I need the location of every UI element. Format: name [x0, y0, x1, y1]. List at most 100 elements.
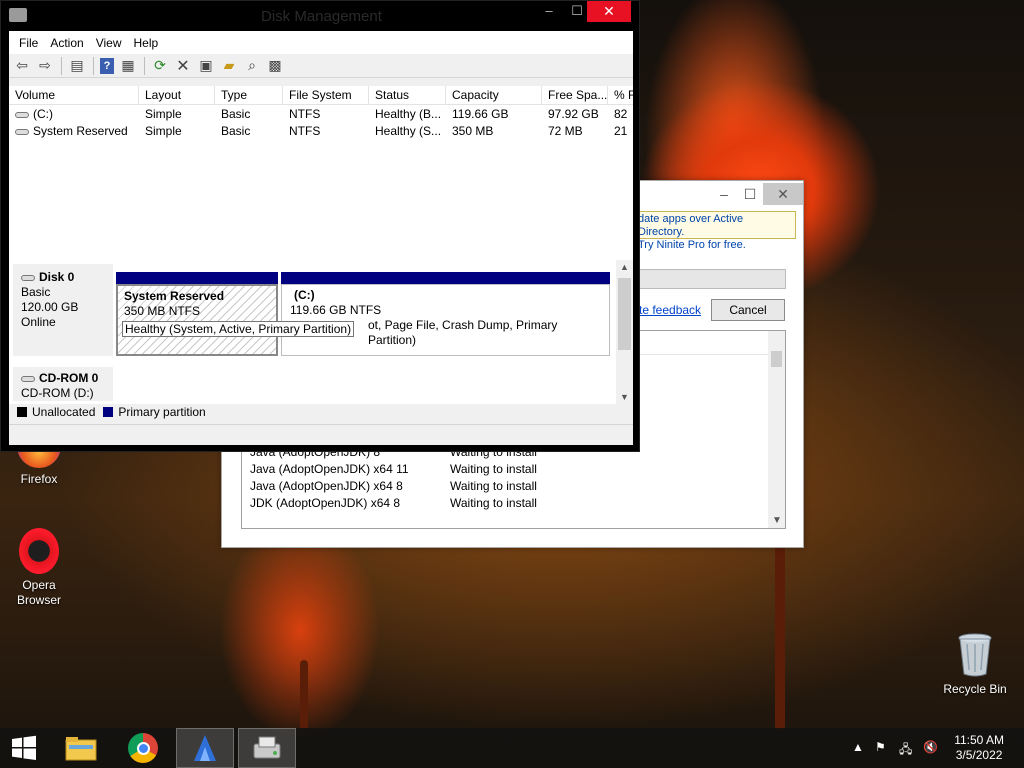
- cdrom-icon: [21, 375, 35, 382]
- column-layout[interactable]: Layout: [139, 86, 215, 105]
- help-icon[interactable]: ?: [100, 57, 114, 74]
- list-item[interactable]: JDK (AdoptOpenJDK) x64 8 Waiting to inst…: [250, 496, 750, 513]
- clock[interactable]: 11:50 AM 3/5/2022: [954, 733, 1004, 763]
- app-name: Java (AdoptOpenJDK) x64 8: [250, 479, 403, 493]
- volume-icon: [15, 111, 29, 118]
- menu-action[interactable]: Action: [44, 36, 89, 50]
- cell-percent-free: 82: [614, 107, 628, 121]
- legend-primary: Primary partition: [118, 405, 206, 419]
- primary-swatch: [103, 407, 114, 417]
- cdrom-info[interactable]: CD-ROM 0 CD-ROM (D:): [13, 367, 113, 401]
- chrome-icon: [128, 733, 158, 763]
- windows-icon: [12, 735, 36, 760]
- menu-view[interactable]: View: [90, 36, 128, 50]
- settings-icon[interactable]: ▣: [197, 57, 215, 75]
- maximize-button[interactable]: ☐: [737, 183, 763, 205]
- view-icon[interactable]: ▩: [266, 57, 284, 75]
- desktop-icon-recycle-bin[interactable]: Recycle Bin: [940, 632, 1010, 697]
- desktop-icon-label: Firefox: [20, 472, 58, 486]
- close-button[interactable]: ✕: [763, 183, 803, 205]
- column-status[interactable]: Status: [369, 86, 446, 105]
- refresh-icon[interactable]: ⟳: [151, 57, 169, 75]
- search-icon[interactable]: ⌕: [243, 57, 261, 75]
- taskbar: ▲ ⚑ 🖧 🔇 11:50 AM 3/5/2022: [0, 728, 1024, 768]
- cell-volume: (C:): [33, 107, 53, 121]
- app-status: Waiting to install: [450, 462, 537, 476]
- opera-icon: [19, 528, 59, 574]
- cdrom-name: CD-ROM 0: [39, 371, 99, 385]
- console-tree-icon[interactable]: ▤: [68, 57, 86, 75]
- column-volume[interactable]: Volume: [9, 86, 139, 105]
- table-row[interactable]: (C:) Simple Basic NTFS Healthy (B... 119…: [9, 106, 633, 123]
- disk-management-app-icon: [9, 8, 27, 22]
- volume-muted-icon[interactable]: 🔇: [923, 740, 938, 754]
- ninite-icon: [194, 735, 216, 761]
- cell-free-space: 72 MB: [548, 124, 583, 138]
- graph-scrollbar[interactable]: ▲ ▼: [616, 260, 633, 404]
- column-free-space[interactable]: Free Spa...: [542, 86, 608, 105]
- partition-tooltip: Healthy (System, Active, Primary Partiti…: [122, 321, 355, 337]
- partition-c[interactable]: (C:) 119.66 GB NTFS ot, Page File, Crash…: [281, 284, 610, 356]
- cell-layout: Simple: [145, 107, 182, 121]
- back-icon[interactable]: ⇦: [13, 57, 31, 75]
- cell-file-system: NTFS: [289, 124, 321, 138]
- scroll-down-icon[interactable]: ▼: [772, 515, 782, 526]
- action-center-icon[interactable]: ⚑: [875, 740, 886, 754]
- list-item[interactable]: Java (AdoptOpenJDK) x64 8 Waiting to ins…: [250, 479, 750, 496]
- list-item[interactable]: Java (AdoptOpenJDK) x64 11 Waiting to in…: [250, 462, 750, 479]
- menu-file[interactable]: File: [13, 36, 44, 50]
- scroll-up-icon[interactable]: ▲: [620, 262, 629, 272]
- notice-line: date apps over Active Directory.: [638, 213, 744, 238]
- taskbar-ninite[interactable]: [176, 728, 234, 768]
- folder-icon: [65, 737, 97, 761]
- toolbar-separator: [61, 56, 62, 75]
- column-capacity[interactable]: Capacity: [446, 86, 542, 105]
- volume-list[interactable]: Volume Layout Type File System Status Ca…: [9, 86, 633, 284]
- minimize-button[interactable]: –: [536, 3, 562, 23]
- column-percent-free[interactable]: % F: [608, 86, 633, 105]
- disk-0-info[interactable]: Disk 0 Basic 120.00 GB Online: [13, 264, 113, 356]
- scroll-thumb[interactable]: [771, 351, 782, 367]
- taskbar-disk-management[interactable]: [238, 728, 296, 768]
- scroll-thumb[interactable]: [618, 278, 631, 350]
- delete-icon[interactable]: ✕: [174, 57, 192, 75]
- properties-icon[interactable]: ▦: [119, 57, 137, 75]
- feedback-link[interactable]: te feedback: [639, 303, 701, 317]
- pro-notice[interactable]: date apps over Active Directory. Try Nin…: [634, 211, 796, 251]
- disk-type: Basic: [21, 285, 51, 299]
- scroll-down-icon[interactable]: ▼: [620, 392, 629, 402]
- disk-name: Disk 0: [39, 270, 75, 284]
- clock-date: 3/5/2022: [955, 748, 1003, 762]
- desktop-icon-opera[interactable]: Opera Browser: [4, 528, 74, 608]
- partition-header-bar: [116, 272, 278, 284]
- cancel-button[interactable]: Cancel: [711, 299, 785, 321]
- start-button[interactable]: [0, 728, 48, 768]
- close-button[interactable]: ✕: [587, 1, 631, 22]
- cell-volume: System Reserved: [33, 124, 128, 138]
- disk-management-window[interactable]: Disk Management – ☐ ✕ File Action View H…: [0, 0, 640, 452]
- taskbar-file-explorer[interactable]: [52, 728, 110, 768]
- desktop-icon-label: Recycle Bin: [943, 682, 1007, 696]
- taskbar-chrome[interactable]: [114, 728, 172, 768]
- open-folder-icon[interactable]: ▰: [220, 57, 238, 75]
- show-hidden-icons-icon[interactable]: ▲: [852, 740, 864, 754]
- cell-capacity: 350 MB: [452, 124, 494, 138]
- network-icon[interactable]: 🖧: [899, 740, 912, 761]
- cell-status: Healthy (B...: [375, 107, 442, 121]
- menu-help[interactable]: Help: [128, 36, 165, 50]
- disk-graphical-view[interactable]: Disk 0 Basic 120.00 GB Online System Res…: [9, 260, 633, 420]
- list-scrollbar[interactable]: ▼: [768, 331, 785, 528]
- column-type[interactable]: Type: [215, 86, 283, 105]
- unallocated-swatch: [17, 407, 27, 417]
- cell-status: Healthy (S...: [375, 124, 442, 138]
- partition-system-reserved[interactable]: System Reserved 350 MB NTFS: [116, 284, 278, 356]
- toolbar-separator: [144, 56, 145, 75]
- table-row[interactable]: System Reserved Simple Basic NTFS Health…: [9, 123, 633, 140]
- forward-icon[interactable]: ⇨: [36, 57, 54, 75]
- cell-file-system: NTFS: [289, 107, 321, 121]
- column-file-system[interactable]: File System: [283, 86, 369, 105]
- app-status: Waiting to install: [450, 496, 537, 510]
- minimize-button[interactable]: –: [711, 183, 737, 205]
- disk-state: Online: [21, 315, 56, 329]
- dm-titlebar[interactable]: Disk Management – ☐ ✕: [1, 1, 639, 31]
